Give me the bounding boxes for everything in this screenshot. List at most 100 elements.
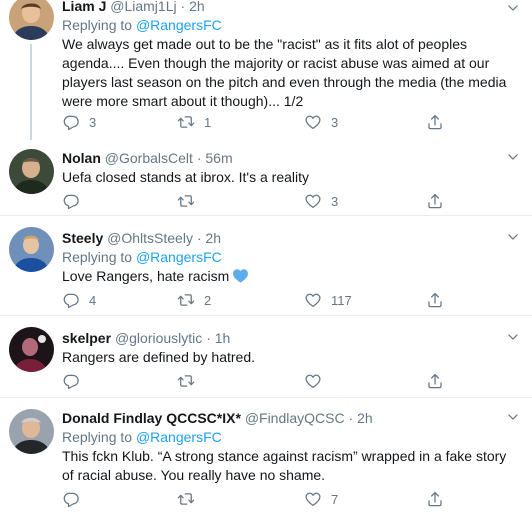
- separator: ·: [206, 330, 211, 346]
- timestamp[interactable]: 2h: [205, 230, 221, 246]
- separator: ·: [196, 230, 202, 246]
- tweet-donald-findlay[interactable]: Donald Findlay QCCSC*IX* @FindlayQCSC · …: [0, 398, 532, 512]
- retweet-button[interactable]: [177, 371, 204, 391]
- reply-icon: [62, 372, 80, 390]
- reply-button[interactable]: [62, 489, 89, 509]
- separator: ·: [196, 150, 202, 166]
- separator: ·: [348, 410, 354, 426]
- timestamp[interactable]: 56m: [205, 150, 232, 166]
- avatar[interactable]: [9, 327, 54, 372]
- display-name[interactable]: skelper: [62, 330, 111, 346]
- tweet-text: Uefa closed stands at ibrox. It's a real…: [62, 169, 310, 185]
- user-handle[interactable]: @FindlayQCSC: [245, 410, 345, 426]
- replying-to-label: Replying to: [62, 429, 133, 445]
- retweet-icon: [177, 113, 195, 131]
- avatar[interactable]: [9, 149, 54, 194]
- retweet-icon: [177, 291, 195, 309]
- retweet-button[interactable]: 2: [177, 290, 211, 310]
- like-icon: [304, 291, 322, 309]
- retweet-button[interactable]: [177, 489, 204, 509]
- like-button[interactable]: [304, 371, 331, 391]
- share-button[interactable]: [426, 489, 444, 509]
- reply-icon: [62, 291, 80, 309]
- reply-icon: [62, 490, 80, 508]
- user-handle[interactable]: @GorbalsCelt: [105, 150, 193, 166]
- chevron-down-icon[interactable]: [506, 330, 520, 344]
- share-button[interactable]: [426, 371, 444, 391]
- like-icon: [304, 192, 322, 210]
- like-button[interactable]: 3: [304, 191, 338, 211]
- timestamp[interactable]: 2h: [189, 0, 205, 14]
- reply-thread: Liam J @Liamj1Lj · 2h Replying to @Range…: [0, 0, 532, 512]
- share-button[interactable]: [426, 290, 444, 310]
- mention-link[interactable]: @RangersFC: [136, 17, 222, 33]
- like-count: 3: [331, 193, 339, 209]
- tweet-nolan[interactable]: Nolan @GorbalsCelt · 56m Uefa closed sta…: [0, 140, 532, 216]
- tweet-text: Rangers are defined by hatred.: [62, 349, 256, 365]
- like-count: 3: [331, 114, 339, 130]
- tweet-text: We always get made out to be the "racist…: [62, 36, 507, 109]
- reply-icon: [62, 192, 80, 210]
- reply-icon: [62, 113, 80, 131]
- user-handle[interactable]: @gloriouslytic: [115, 330, 202, 346]
- reply-button[interactable]: 4: [62, 290, 96, 310]
- like-button[interactable]: 3: [304, 112, 338, 132]
- display-name[interactable]: Donald Findlay QCCSC*IX*: [62, 410, 241, 426]
- display-name[interactable]: Steely: [62, 230, 103, 246]
- reply-button[interactable]: [62, 371, 89, 391]
- replying-to: Replying to @RangersFC: [62, 248, 518, 266]
- tweet-steely[interactable]: Steely @OhltsSteely · 2h Replying to @Ra…: [0, 216, 532, 316]
- chevron-down-icon[interactable]: [506, 1, 520, 15]
- reply-count: 3: [89, 114, 97, 130]
- share-icon: [426, 192, 444, 210]
- like-count: 7: [331, 491, 339, 507]
- reply-count: 4: [89, 292, 97, 308]
- share-icon: [426, 490, 444, 508]
- user-handle[interactable]: @Liamj1Lj: [110, 0, 176, 14]
- avatar[interactable]: [9, 227, 54, 272]
- tweet-liam-j[interactable]: Liam J @Liamj1Lj · 2h Replying to @Range…: [0, 0, 532, 140]
- share-icon: [426, 372, 444, 390]
- reply-button[interactable]: [62, 191, 89, 211]
- timestamp[interactable]: 2h: [357, 410, 373, 426]
- chevron-down-icon[interactable]: [506, 410, 520, 424]
- like-button[interactable]: 117: [304, 290, 352, 310]
- replying-to: Replying to @RangersFC: [62, 428, 518, 446]
- tweet-text: Love Rangers, hate racism: [62, 268, 230, 284]
- replying-to: Replying to @RangersFC: [62, 16, 518, 34]
- avatar[interactable]: [9, 0, 54, 40]
- reply-button[interactable]: 3: [62, 112, 96, 132]
- retweet-icon: [177, 490, 195, 508]
- share-button[interactable]: [426, 112, 444, 132]
- like-button[interactable]: 7: [304, 489, 338, 509]
- like-icon: [304, 113, 322, 131]
- tweet-skelper[interactable]: skelper @gloriouslytic · 1h Rangers are …: [0, 316, 532, 398]
- thread-connector-line: [30, 44, 32, 140]
- like-icon: [304, 372, 322, 390]
- chevron-down-icon[interactable]: [506, 230, 520, 244]
- like-icon: [304, 490, 322, 508]
- share-button[interactable]: [426, 191, 444, 211]
- separator: ·: [180, 0, 186, 14]
- retweet-icon: [177, 192, 195, 210]
- retweet-button[interactable]: [177, 191, 204, 211]
- like-count: 117: [331, 292, 352, 308]
- display-name[interactable]: Liam J: [62, 0, 106, 14]
- blue-heart-emoji: [233, 269, 249, 283]
- tweet-text-line: Love Rangers, hate racism: [62, 267, 518, 286]
- timestamp[interactable]: 1h: [215, 330, 231, 346]
- replying-to-label: Replying to: [62, 249, 133, 265]
- tweet-text: This fckn Klub. “A strong stance against…: [62, 448, 507, 483]
- retweet-count: 2: [204, 292, 212, 308]
- mention-link[interactable]: @RangersFC: [136, 429, 222, 445]
- display-name[interactable]: Nolan: [62, 150, 101, 166]
- share-icon: [426, 113, 444, 131]
- avatar[interactable]: [9, 409, 54, 454]
- retweet-button[interactable]: 1: [177, 112, 211, 132]
- chevron-down-icon[interactable]: [506, 150, 520, 164]
- mention-link[interactable]: @RangersFC: [136, 249, 222, 265]
- share-icon: [426, 291, 444, 309]
- user-handle[interactable]: @OhltsSteely: [107, 230, 193, 246]
- replying-to-label: Replying to: [62, 17, 133, 33]
- retweet-count: 1: [204, 114, 212, 130]
